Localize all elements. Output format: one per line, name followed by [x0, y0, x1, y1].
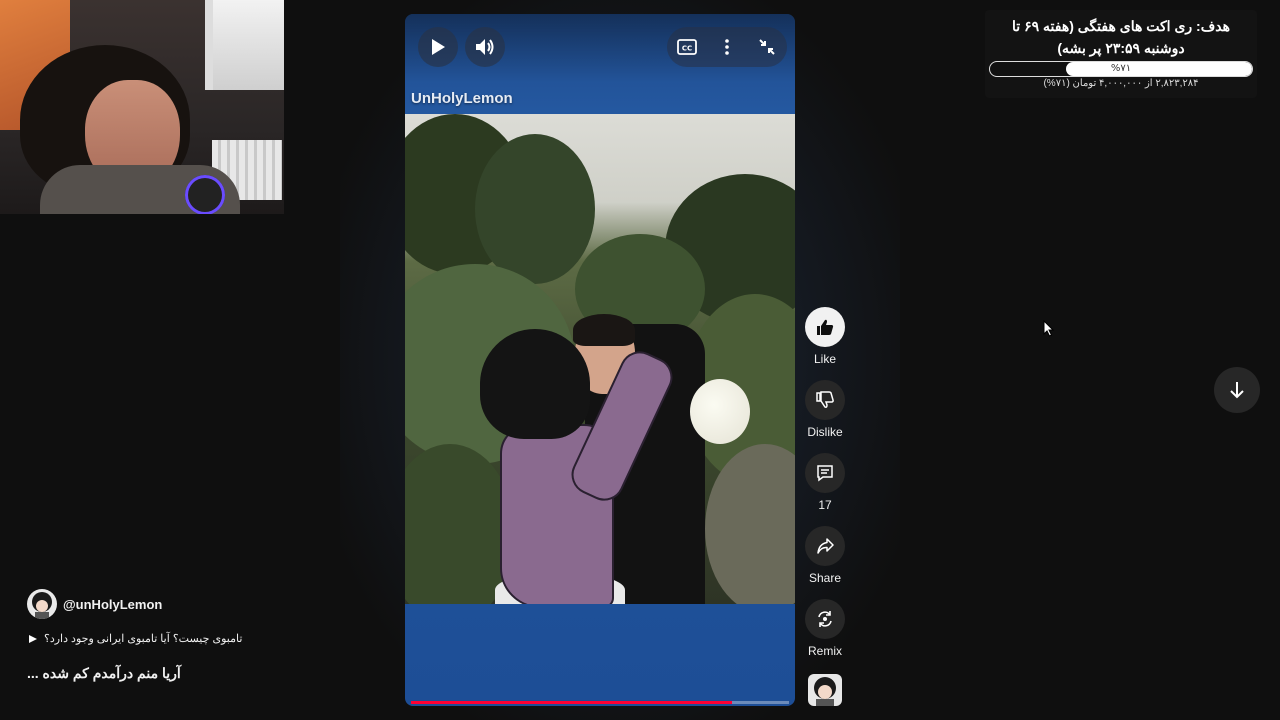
like-button[interactable]: [805, 307, 845, 347]
play-icon: [432, 39, 445, 55]
video-frame: [405, 114, 795, 604]
anime-character-hair: [480, 329, 590, 439]
anime-avatar-icon: [814, 677, 836, 706]
groom-hair: [573, 314, 635, 346]
share-action: Share: [805, 526, 845, 585]
like-action: Like: [805, 307, 845, 366]
video-progress-bar[interactable]: [411, 701, 789, 704]
channel-avatar[interactable]: [27, 589, 57, 619]
captions-icon: CC: [677, 39, 697, 55]
channel-row: @unHolyLemon: [27, 589, 162, 619]
remix-action: Remix: [805, 599, 845, 658]
share-icon: [817, 538, 834, 554]
collapse-icon: [759, 39, 775, 55]
bouquet: [690, 379, 750, 444]
remix-label: Remix: [807, 644, 842, 658]
tree: [475, 134, 595, 284]
collapse-button[interactable]: [747, 27, 787, 67]
dislike-label: Dislike: [807, 425, 843, 439]
captions-button[interactable]: CC: [667, 27, 707, 67]
video-progress-fill: [411, 701, 733, 704]
goal-title: هدف: ری اکت های هفتگی (هفته ۶۹ تا دوشنبه…: [1012, 18, 1230, 56]
svg-text:CC: CC: [682, 45, 692, 53]
goal-progress-bar: %۷۱: [989, 61, 1253, 77]
video-options-group: CC: [667, 27, 787, 67]
channel-handle[interactable]: @unHolyLemon: [63, 597, 162, 612]
more-options-button[interactable]: [707, 27, 747, 67]
goal-percent-label: %۷۱: [1110, 63, 1132, 74]
volume-button[interactable]: [465, 27, 505, 67]
next-video-button[interactable]: [1214, 367, 1260, 413]
thumbs-up-icon: [817, 319, 834, 335]
bush: [405, 444, 515, 604]
goal-amount: ۲,۸۲۳,۲۸۴ از ۴,۰۰۰,۰۰۰ تومان (۷۱%): [1043, 78, 1199, 89]
play-button[interactable]: [418, 27, 458, 67]
related-video-link[interactable]: تامبوی چیست؟ آیا تامبوی ایرانی وجود دارد…: [28, 632, 242, 645]
comments-action: 17: [805, 453, 845, 512]
donation-goal-widget: هدف: ری اکت های هفتگی (هفته ۶۹ تا دوشنبه…: [985, 10, 1257, 98]
related-video-title: تامبوی چیست؟ آیا تامبوی ایرانی وجود دارد…: [44, 633, 243, 645]
comment-icon: [817, 465, 833, 482]
share-label: Share: [808, 571, 842, 585]
shorts-video-player[interactable]: CC UnHolyLemon: [405, 14, 795, 706]
dislike-action: Dislike: [805, 380, 845, 439]
sound-avatar[interactable]: [808, 674, 842, 706]
play-small-icon: [29, 634, 37, 643]
mouse-cursor-icon: [1043, 320, 1055, 337]
dislike-button[interactable]: [805, 380, 845, 420]
webcam-window: [205, 0, 284, 90]
share-button[interactable]: [805, 526, 845, 566]
webcam-overlay: [0, 0, 284, 214]
video-description[interactable]: آریا منم درآمدم کم شده ...: [27, 665, 181, 682]
comments-count: 17: [818, 498, 832, 512]
remix-button[interactable]: [805, 599, 845, 639]
video-channel-watermark: UnHolyLemon: [411, 90, 513, 107]
arrow-down-icon: [1230, 382, 1244, 399]
volume-icon: [476, 39, 494, 55]
anime-avatar-icon: [32, 592, 52, 619]
more-vert-icon: [725, 39, 729, 55]
microphone: [185, 175, 225, 214]
remix-icon: [818, 611, 832, 627]
comments-button[interactable]: [805, 453, 845, 493]
thumbs-down-icon: [816, 391, 834, 408]
like-label: Like: [813, 352, 836, 366]
